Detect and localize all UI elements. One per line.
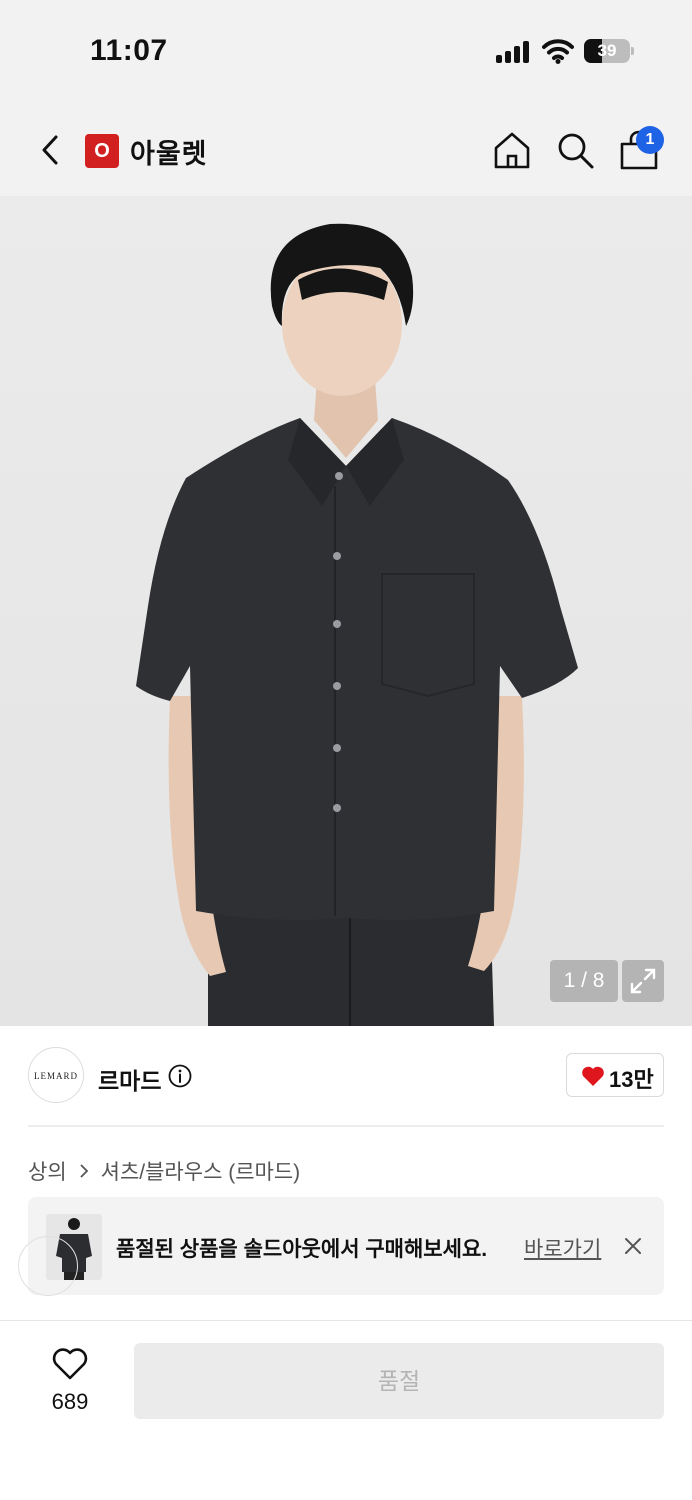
wishlist-count: 689 bbox=[51, 1389, 89, 1414]
rating-peek bbox=[28, 1310, 248, 1320]
soldout-button[interactable]: 품절 bbox=[134, 1343, 664, 1419]
back-icon bbox=[42, 135, 58, 165]
brand-row: LEMARD 르마드 13만 bbox=[0, 1026, 692, 1126]
status-bar: 11:07 39 bbox=[0, 0, 692, 100]
product-image[interactable] bbox=[0, 196, 692, 1026]
breadcrumb-item-category[interactable]: 셔츠/블라우스 (르마드) bbox=[101, 1156, 301, 1186]
bottom-bar: 689 품절 bbox=[0, 1320, 692, 1500]
home-icon[interactable] bbox=[492, 130, 532, 170]
wishlist-button[interactable]: 689 bbox=[30, 1343, 110, 1433]
brand-like-button[interactable]: 13만 bbox=[566, 1053, 664, 1097]
breadcrumb: 상의 셔츠/블라우스 (르마드) bbox=[28, 1156, 300, 1186]
breadcrumb-item-top[interactable]: 상의 bbox=[28, 1156, 67, 1186]
divider bbox=[28, 1125, 664, 1127]
heart-outline-icon bbox=[52, 1348, 88, 1380]
brand-name[interactable]: 르마드 bbox=[98, 1062, 161, 1096]
brand-like-count: 13만 bbox=[609, 1067, 654, 1092]
cart-count-badge: 1 bbox=[636, 126, 664, 154]
app-header: O 아울렛 bbox=[0, 100, 692, 196]
banner-shortcut-link[interactable]: 바로가기 bbox=[524, 1233, 601, 1263]
status-time: 11:07 bbox=[90, 34, 168, 67]
search-icon[interactable] bbox=[555, 130, 595, 170]
floating-button[interactable] bbox=[18, 1236, 78, 1296]
heart-filled-icon bbox=[582, 1066, 604, 1086]
outlet-logo[interactable]: O bbox=[85, 134, 119, 168]
page-title: 아울렛 bbox=[130, 139, 208, 169]
chevron-right-icon bbox=[80, 1164, 88, 1178]
battery-percent: 39 bbox=[597, 41, 617, 60]
info-icon[interactable] bbox=[168, 1064, 192, 1088]
soldout-banner: 품절된 상품을 솔드아웃에서 구매해보세요. 바로가기 bbox=[28, 1197, 664, 1295]
close-icon[interactable] bbox=[622, 1235, 644, 1257]
expand-button[interactable] bbox=[622, 960, 664, 1002]
expand-icon bbox=[630, 968, 656, 994]
product-photo bbox=[136, 223, 578, 1026]
image-counter: 1 / 8 bbox=[550, 960, 618, 1002]
banner-message: 품절된 상품을 솔드아웃에서 구매해보세요. bbox=[116, 1238, 488, 1261]
wifi-icon bbox=[542, 39, 574, 64]
back-button[interactable] bbox=[30, 130, 70, 170]
cellular-signal-icon bbox=[496, 41, 532, 63]
brand-logo[interactable]: LEMARD bbox=[28, 1047, 84, 1103]
battery-icon: 39 bbox=[584, 39, 634, 63]
